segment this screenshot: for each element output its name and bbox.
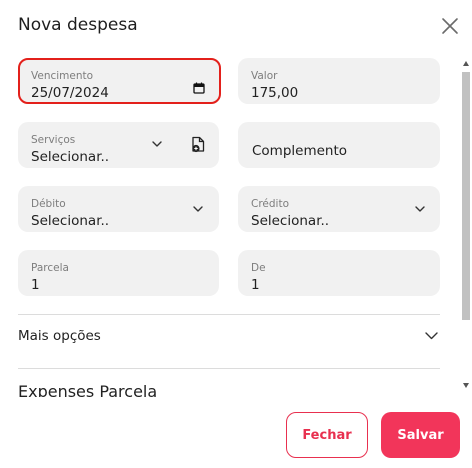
credito-label: Crédito bbox=[251, 198, 290, 210]
chevron-down-icon[interactable] bbox=[193, 206, 203, 212]
expenses-parcela-heading: Expenses Parcela bbox=[18, 382, 158, 397]
de-label: De bbox=[251, 262, 266, 274]
servicos-select[interactable]: Serviços Selecionar.. bbox=[18, 122, 219, 168]
valor-value[interactable]: 175,00 bbox=[251, 85, 298, 101]
debito-value[interactable]: Selecionar.. bbox=[31, 213, 109, 229]
scroll-down-arrow-icon[interactable] bbox=[463, 383, 469, 388]
scrollbar-thumb[interactable] bbox=[462, 72, 470, 320]
parcela-label: Parcela bbox=[31, 262, 69, 274]
mais-opcoes-toggle[interactable]: Mais opções bbox=[18, 328, 101, 344]
servicos-label: Serviços bbox=[31, 134, 76, 146]
de-value[interactable]: 1 bbox=[251, 277, 260, 293]
vencimento-field[interactable]: Vencimento 25/07/2024 bbox=[18, 58, 221, 104]
close-icon[interactable] bbox=[441, 17, 459, 35]
divider bbox=[18, 314, 440, 315]
chevron-down-icon[interactable] bbox=[425, 332, 438, 340]
page-title: Nova despesa bbox=[18, 15, 138, 35]
parcela-field[interactable]: Parcela 1 bbox=[18, 250, 219, 296]
valor-field[interactable]: Valor 175,00 bbox=[238, 58, 440, 104]
add-file-icon[interactable] bbox=[191, 136, 206, 153]
vencimento-label: Vencimento bbox=[31, 70, 94, 82]
parcela-value[interactable]: 1 bbox=[31, 277, 40, 293]
divider bbox=[18, 368, 440, 369]
complemento-field[interactable]: Complemento bbox=[238, 122, 440, 168]
credito-value[interactable]: Selecionar.. bbox=[251, 213, 329, 229]
debito-select[interactable]: Débito Selecionar.. bbox=[18, 186, 219, 232]
salvar-button[interactable]: Salvar bbox=[381, 412, 460, 458]
chevron-down-icon[interactable] bbox=[415, 206, 425, 212]
complemento-placeholder[interactable]: Complemento bbox=[252, 143, 347, 159]
credito-select[interactable]: Crédito Selecionar.. bbox=[238, 186, 440, 232]
vencimento-value[interactable]: 25/07/2024 bbox=[31, 85, 109, 101]
calendar-icon[interactable] bbox=[193, 82, 205, 94]
form-scroll-area: Vencimento 25/07/2024 Valor 175,00 Servi… bbox=[0, 52, 460, 397]
scroll-up-arrow-icon[interactable] bbox=[463, 61, 469, 66]
chevron-down-icon[interactable] bbox=[152, 141, 162, 147]
de-field[interactable]: De 1 bbox=[238, 250, 440, 296]
servicos-value[interactable]: Selecionar.. bbox=[31, 149, 109, 165]
scrollbar[interactable] bbox=[460, 58, 472, 396]
fechar-button[interactable]: Fechar bbox=[286, 412, 368, 458]
valor-label: Valor bbox=[251, 70, 278, 82]
debito-label: Débito bbox=[31, 198, 66, 210]
